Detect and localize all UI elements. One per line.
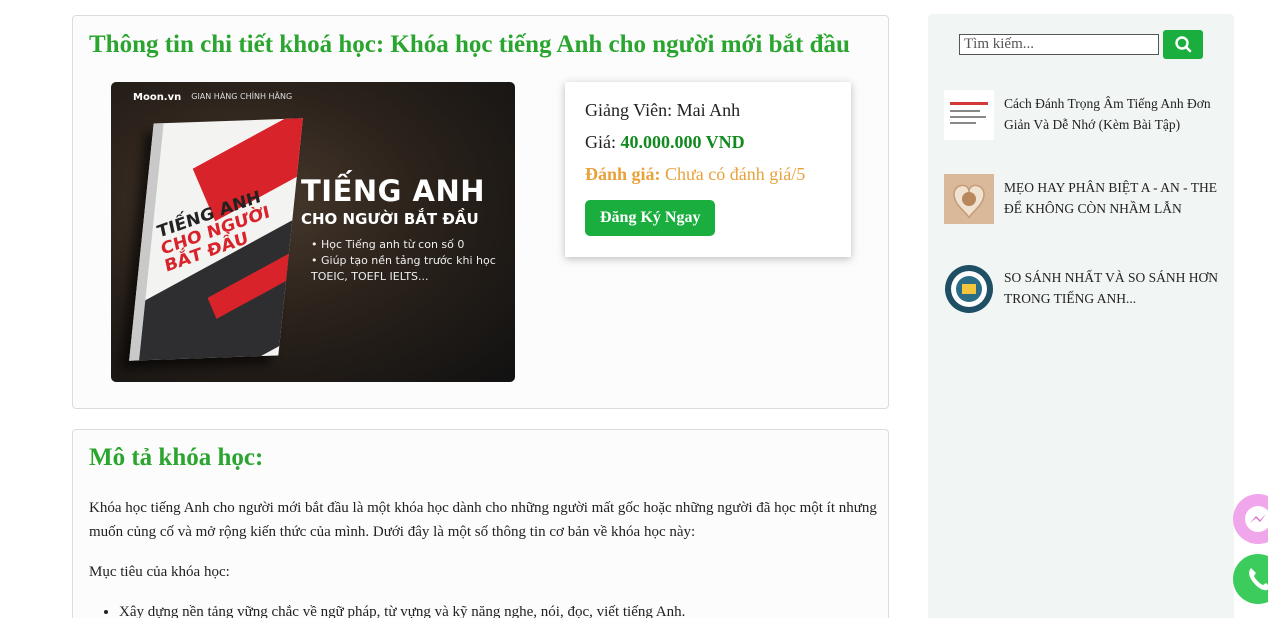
sidebar-post[interactable]: SO SÁNH NHẤT VÀ SO SÁNH HƠN TRONG TIẾNG … [944, 264, 1224, 324]
messenger-button[interactable] [1233, 494, 1268, 544]
search-icon [1175, 36, 1192, 53]
instructor: Giảng Viên: Mai Anh [585, 100, 741, 120]
messenger-icon [1245, 506, 1268, 532]
goal-item: Xây dựng nền tảng vững chắc về ngữ pháp,… [119, 600, 879, 618]
image-brand: Moon.vn [133, 92, 182, 103]
post-thumbnail [944, 174, 994, 224]
book-cover: TIẾNG ANH CHO NGƯỜI BẮT ĐẦU [129, 118, 303, 361]
image-bullet: Học Tiếng anh từ con số 0 [311, 237, 501, 253]
price-label: Giá: [585, 132, 616, 152]
rating-label: Đánh giá: [585, 164, 661, 184]
search-button[interactable] [1163, 30, 1203, 59]
image-bullets: Học Tiếng anh từ con số 0 Giúp tạo nền t… [311, 237, 501, 285]
course-detail-card: Thông tin chi tiết khoá học: Khóa học ti… [72, 15, 889, 409]
description-paragraph: Khóa học tiếng Anh cho người mới bắt đầu… [89, 500, 877, 540]
sidebar-post[interactable]: Cách Đánh Trọng Âm Tiếng Anh Đơn Giản Và… [944, 90, 1224, 150]
register-button[interactable]: Đăng Ký Ngay [585, 200, 716, 236]
goal-label: Mục tiêu của khóa học: [89, 564, 230, 580]
call-button[interactable] [1233, 554, 1268, 604]
description-title: Mô tả khóa học: [89, 444, 264, 471]
rating-value: Chưa có đánh giá/5 [665, 164, 806, 184]
post-thumbnail [945, 265, 993, 313]
price: Giá: 40.000.000 VND [585, 132, 831, 164]
phone-icon [1249, 568, 1268, 591]
sidebar: Cách Đánh Trọng Âm Tiếng Anh Đơn Giản Và… [928, 14, 1234, 618]
rating: Đánh giá: Chưa có đánh giá/5 [585, 164, 831, 196]
post-thumbnail [944, 90, 994, 140]
image-headline: TIẾNG ANH CHO NGƯỜI BẮT ĐẦU [301, 174, 486, 228]
search-input[interactable] [959, 34, 1159, 55]
post-title[interactable]: MẸO HAY PHÂN BIỆT A - AN - THE ĐỂ KHÔNG … [1004, 177, 1229, 219]
course-detail-title: Thông tin chi tiết khoá học: Khóa học ti… [89, 31, 850, 58]
sidebar-post[interactable]: MẸO HAY PHÂN BIỆT A - AN - THE ĐỂ KHÔNG … [944, 174, 1224, 234]
course-description-card: Mô tả khóa học: Khóa học tiếng Anh cho n… [72, 429, 889, 618]
post-title[interactable]: Cách Đánh Trọng Âm Tiếng Anh Đơn Giản Và… [1004, 93, 1229, 135]
image-badge: GIAN HÀNG CHÍNH HÃNG [191, 92, 293, 101]
price-value: 40.000.000 VND [620, 132, 745, 152]
image-bullet: Giúp tạo nền tảng trước khi học TOEIC, T… [311, 253, 501, 285]
image-brand-bar: Moon.vn GIAN HÀNG CHÍNH HÃNG [133, 92, 292, 103]
goal-list: Xây dựng nền tảng vững chắc về ngữ pháp,… [119, 600, 879, 618]
post-title[interactable]: SO SÁNH NHẤT VÀ SO SÁNH HƠN TRONG TIẾNG … [1004, 267, 1229, 309]
course-info-box: Giảng Viên: Mai Anh Giá: 40.000.000 VND … [565, 82, 851, 257]
description-body: Khóa học tiếng Anh cho người mới bắt đầu… [89, 496, 879, 618]
course-image: Moon.vn GIAN HÀNG CHÍNH HÃNG TIẾNG ANH C… [111, 82, 515, 382]
